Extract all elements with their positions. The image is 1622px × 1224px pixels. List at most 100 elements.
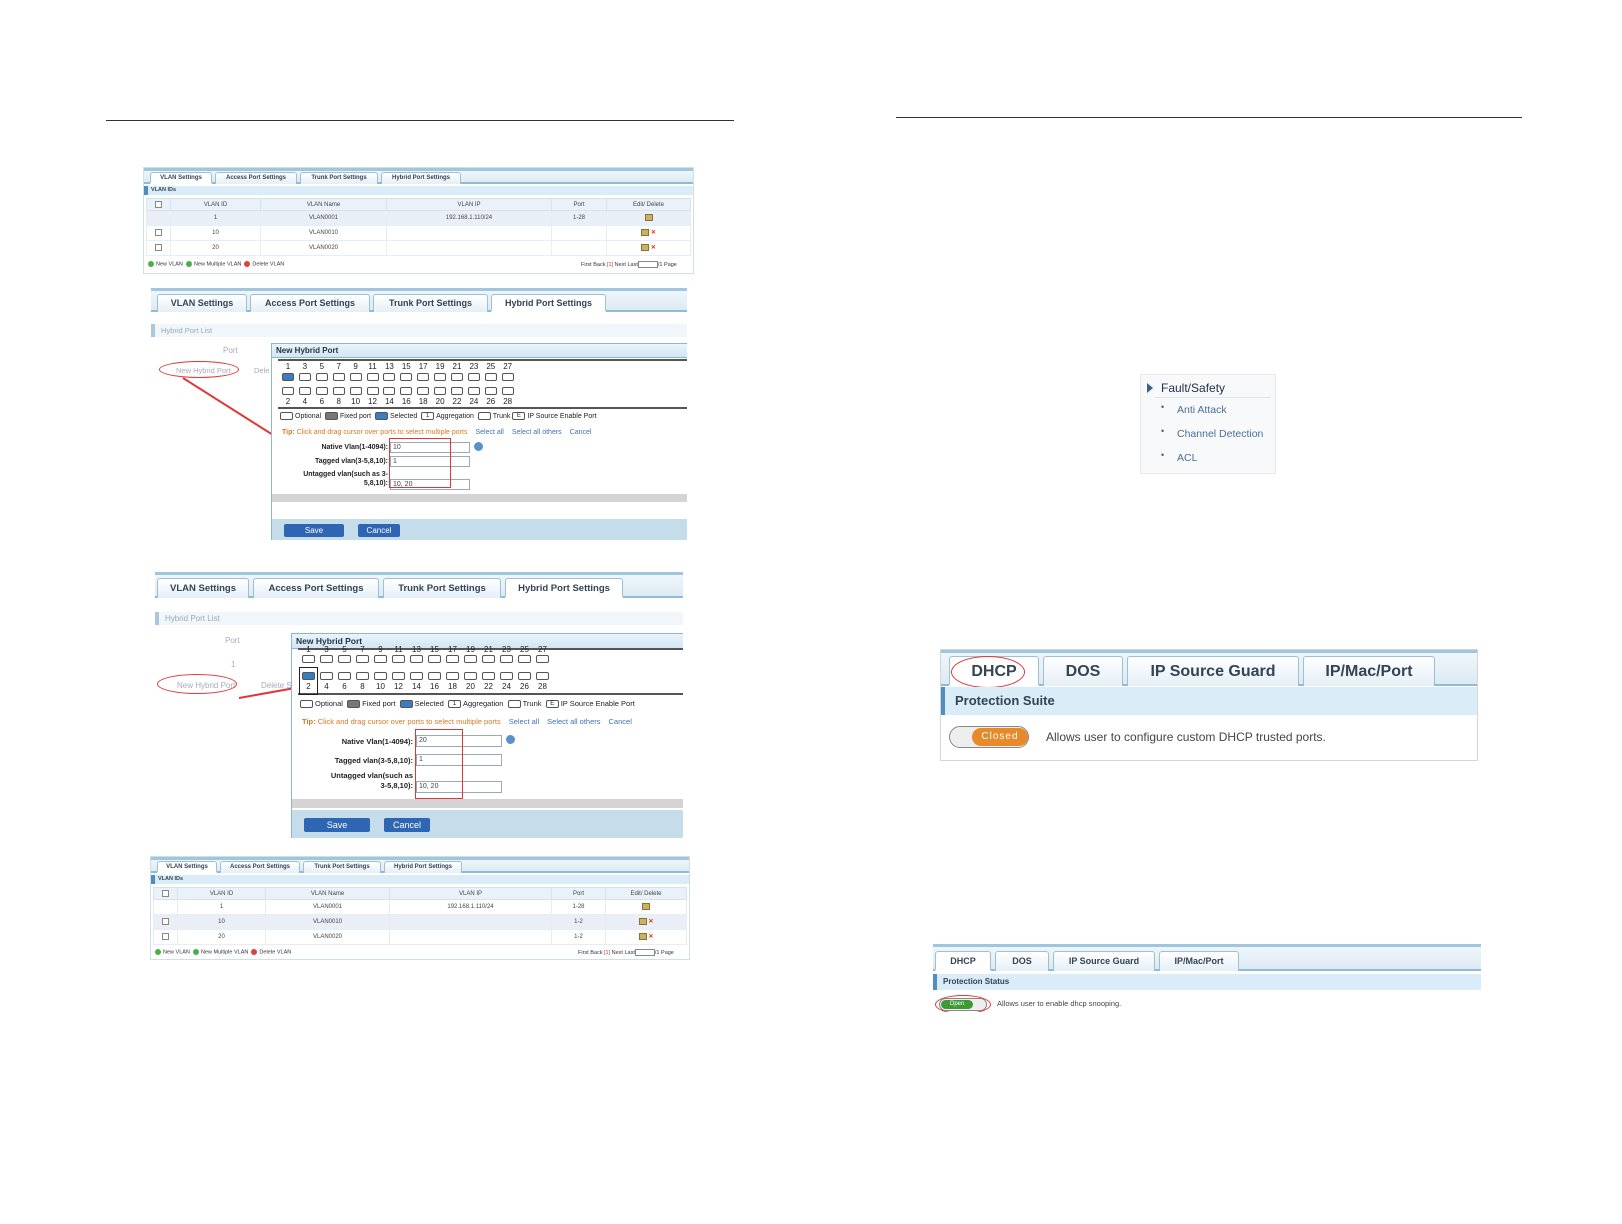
port-10-icon[interactable] — [374, 672, 387, 680]
port-27-icon[interactable] — [536, 655, 549, 663]
port-5-icon[interactable] — [338, 655, 351, 663]
port-16-icon[interactable] — [428, 672, 441, 680]
port-13-icon[interactable] — [383, 373, 396, 381]
port-12-icon[interactable] — [366, 387, 379, 395]
menu-item-acl[interactable]: ACL — [1177, 452, 1197, 464]
port-11-icon[interactable] — [392, 655, 405, 663]
tab-access-port-settings[interactable]: Access Port Settings — [253, 578, 379, 598]
edit-icon[interactable] — [641, 229, 650, 237]
port-14-icon[interactable] — [383, 387, 396, 395]
tab-trunk-port-settings[interactable]: Trunk Port Settings — [383, 578, 501, 598]
port-22-icon[interactable] — [482, 672, 495, 680]
port-8-icon[interactable] — [332, 387, 345, 395]
edit-icon[interactable] — [638, 933, 647, 941]
pager-last[interactable]: Last — [625, 950, 635, 956]
pager-first[interactable]: First — [581, 262, 592, 268]
port-7-icon[interactable] — [356, 655, 369, 663]
port-20-icon[interactable] — [464, 672, 477, 680]
port-19-icon[interactable] — [464, 655, 477, 663]
port-18-icon[interactable] — [417, 387, 430, 395]
port-25-icon[interactable] — [518, 655, 531, 663]
port-15-icon[interactable] — [400, 373, 413, 381]
port-20-icon[interactable] — [434, 387, 447, 395]
select-all-checkbox[interactable] — [162, 889, 169, 897]
edit-icon[interactable] — [638, 918, 647, 926]
port-10-icon[interactable] — [349, 387, 362, 395]
edit-icon[interactable] — [641, 244, 650, 252]
port-16-icon[interactable] — [400, 387, 413, 395]
menu-title[interactable]: Fault/Safety — [1161, 381, 1225, 395]
port-23-icon[interactable] — [467, 373, 480, 381]
delete-vlan-link[interactable]: Delete VLAN — [259, 949, 291, 955]
port-17-icon[interactable] — [446, 655, 459, 663]
cancel-button[interactable]: Cancel — [384, 818, 430, 832]
menu-item-channel-detection[interactable]: Channel Detection — [1177, 428, 1263, 440]
port-23-icon[interactable] — [500, 655, 513, 663]
delete-vlan-link[interactable]: Delete VLAN — [252, 261, 284, 267]
port-26-icon[interactable] — [484, 387, 497, 395]
port-6-icon[interactable] — [315, 387, 328, 395]
row-checkbox[interactable] — [162, 918, 169, 926]
pager-back[interactable]: Back — [593, 262, 605, 268]
port-2-icon[interactable] — [282, 387, 294, 395]
port-24-icon[interactable] — [500, 672, 513, 680]
new-vlan-link[interactable]: New VLAN — [163, 949, 190, 955]
tab-hybrid-port-settings[interactable]: Hybrid Port Settings — [491, 294, 606, 312]
new-vlan-link[interactable]: New VLAN — [156, 261, 183, 267]
port-17-icon[interactable] — [417, 373, 430, 381]
tab-hybrid-port-settings[interactable]: Hybrid Port Settings — [505, 578, 623, 598]
port-3-icon[interactable] — [298, 373, 311, 381]
tab-dhcp[interactable]: DHCP — [935, 951, 991, 971]
tab-access-port-settings[interactable]: Access Port Settings — [220, 861, 300, 873]
cancel-button[interactable]: Cancel — [358, 524, 400, 537]
row-checkbox[interactable] — [155, 229, 162, 237]
save-button[interactable]: Save — [304, 818, 370, 832]
select-all-others-link[interactable]: Select all others — [547, 717, 600, 726]
port-6-icon[interactable] — [338, 672, 351, 680]
port-1-icon[interactable] — [302, 655, 315, 663]
tab-hybrid-port-settings[interactable]: Hybrid Port Settings — [381, 172, 461, 184]
select-all-others-link[interactable]: Select all others — [512, 429, 562, 436]
tab-trunk-port-settings[interactable]: Trunk Port Settings — [300, 172, 378, 184]
select-all-link[interactable]: Select all — [509, 717, 539, 726]
delete-icon[interactable]: ✕ — [651, 245, 656, 251]
delete-icon[interactable]: ✕ — [648, 934, 653, 940]
horizontal-scrollbar[interactable] — [292, 799, 683, 808]
save-button[interactable]: Save — [284, 524, 344, 537]
tab-access-port-settings[interactable]: Access Port Settings — [215, 172, 297, 184]
tab-trunk-port-settings[interactable]: Trunk Port Settings — [373, 294, 488, 312]
port-4-icon[interactable] — [320, 672, 333, 680]
tab-ip-mac-port[interactable]: IP/Mac/Port — [1159, 951, 1239, 971]
port-5-icon[interactable] — [315, 373, 328, 381]
row-checkbox[interactable] — [162, 933, 169, 941]
tab-trunk-port-settings[interactable]: Trunk Port Settings — [303, 861, 381, 873]
port-8-icon[interactable] — [356, 672, 369, 680]
delete-icon[interactable]: ✕ — [648, 919, 653, 925]
port-12-icon[interactable] — [392, 672, 405, 680]
port-28-icon[interactable] — [501, 387, 514, 395]
pager-back[interactable]: Back — [590, 950, 602, 956]
port-11-icon[interactable] — [366, 373, 379, 381]
horizontal-scrollbar[interactable] — [272, 494, 687, 502]
new-multiple-vlan-link[interactable]: New Multiple VLAN — [194, 261, 241, 267]
port-7-icon[interactable] — [332, 373, 345, 381]
port-24-icon[interactable] — [467, 387, 480, 395]
select-all-checkbox[interactable] — [155, 200, 162, 208]
pager-next[interactable]: Next — [612, 950, 623, 956]
port-14-icon[interactable] — [410, 672, 423, 680]
cancel-selection-link[interactable]: Cancel — [570, 429, 592, 436]
tab-vlan-settings[interactable]: VLAN Settings — [157, 294, 247, 312]
port-22-icon[interactable] — [451, 387, 463, 395]
tab-ip-source-guard[interactable]: IP Source Guard — [1127, 656, 1299, 686]
port-26-icon[interactable] — [518, 672, 531, 680]
port-13-icon[interactable] — [410, 655, 423, 663]
tab-dos[interactable]: DOS — [995, 951, 1049, 971]
delete-link[interactable]: Dele — [254, 366, 269, 375]
port-25-icon[interactable] — [484, 373, 497, 381]
tab-hybrid-port-settings[interactable]: Hybrid Port Settings — [384, 861, 462, 873]
tab-dos[interactable]: DOS — [1043, 656, 1123, 686]
dhcp-trusted-ports-toggle[interactable]: Closed — [949, 726, 1029, 748]
select-all-link[interactable]: Select all — [475, 429, 503, 436]
edit-icon[interactable] — [644, 214, 653, 222]
port-19-icon[interactable] — [434, 373, 447, 381]
